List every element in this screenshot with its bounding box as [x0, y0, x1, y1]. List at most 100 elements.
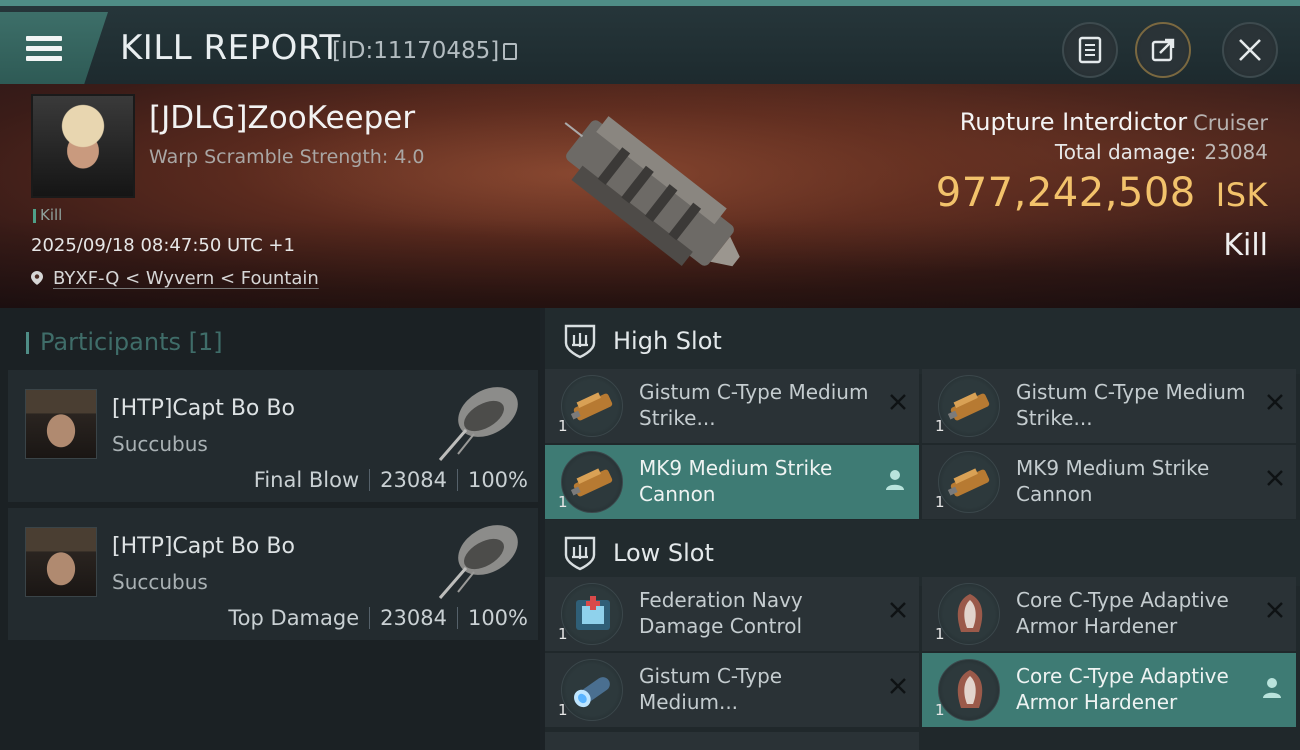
dropped-person-icon	[886, 470, 904, 490]
report-id-text: [ID:11170485]	[332, 38, 500, 64]
isk-unit: ISK	[1215, 176, 1268, 214]
participant-name: [HTP]Capt Bo Bo	[112, 396, 295, 421]
high-slot-icon	[564, 324, 596, 359]
module-name: Core C-Type Adaptive Armor Hardener	[1016, 588, 1229, 638]
victim-ship-image	[564, 116, 740, 267]
victim-portrait[interactable]	[31, 94, 135, 198]
close-button[interactable]	[1222, 22, 1278, 78]
energy-module-icon	[561, 659, 623, 721]
destroyed-icon	[890, 394, 906, 410]
dropped-person-icon	[1263, 678, 1281, 698]
total-damage-value: 23084	[1204, 140, 1268, 164]
participants-count: [1]	[188, 328, 223, 356]
header-bar: KILL REPORT [ID:11170485]	[0, 0, 1300, 84]
share-icon	[1151, 38, 1175, 62]
participants-title: Participants [1]	[26, 328, 223, 356]
victim-name[interactable]: [JDLG]ZooKeeper	[149, 100, 415, 136]
destroyed-icon	[1267, 394, 1283, 410]
strike-cannon-icon	[561, 375, 623, 437]
participant-card[interactable]: [HTP]Capt Bo Bo Succubus Final Blow 23084…	[8, 370, 538, 502]
strike-cannon-icon	[561, 451, 623, 513]
module-quantity: 1	[935, 493, 945, 511]
module-quantity: 1	[558, 417, 568, 435]
module-item[interactable]: 1 MK9 Medium Strike Cannon	[922, 445, 1296, 519]
kill-datetime: 2025/09/18 08:47:50 UTC +1	[31, 235, 295, 256]
participant-avatar[interactable]	[25, 389, 97, 459]
participant-role: Final Blow	[253, 468, 360, 492]
menu-button[interactable]	[0, 12, 108, 84]
participant-percent: 100%	[467, 606, 528, 630]
result-label: Kill	[1223, 228, 1268, 263]
participant-role: Top Damage	[228, 606, 360, 630]
participant-card[interactable]: [HTP]Capt Bo Bo Succubus Top Damage 23084…	[8, 508, 538, 640]
fitting-panel: High Slot 1 Gistum C-Type Medium Strike.…	[545, 308, 1300, 750]
module-quantity: 1	[558, 493, 568, 511]
isk-value: 977,242,508 ISK	[936, 170, 1268, 216]
participant-stats: Final Blow 23084 100%	[254, 468, 528, 492]
module-name: MK9 Medium Strike Cannon	[1016, 456, 1210, 506]
module-quantity: 1	[558, 625, 568, 643]
module-name: MK9 Medium Strike Cannon	[639, 456, 833, 506]
participant-avatar[interactable]	[25, 527, 97, 597]
module-quantity: 1	[935, 625, 945, 643]
destroyed-icon	[890, 602, 906, 618]
low-slot-label: Low Slot	[613, 539, 714, 567]
module-name: Gistum C-Type Medium Strike...	[1016, 380, 1246, 430]
strike-cannon-icon	[938, 451, 1000, 513]
participant-ship-image	[438, 525, 518, 599]
module-name: Core C-Type Adaptive Armor Hardener	[1016, 664, 1229, 714]
report-id[interactable]: [ID:11170485]	[332, 38, 518, 64]
destroyed-icon	[1267, 602, 1283, 618]
destroyed-icon	[890, 678, 906, 694]
participant-ship-image	[438, 387, 518, 461]
participant-name: [HTP]Capt Bo Bo	[112, 534, 295, 559]
destroyed-icon	[1267, 470, 1283, 486]
ship-name[interactable]: Rupture Interdictor	[960, 108, 1187, 136]
kill-tag: Kill	[33, 206, 62, 224]
participant-damage: 23084	[380, 606, 447, 630]
document-icon	[1078, 36, 1102, 64]
module-item[interactable]: 1 Gistum C-Type Medium...	[545, 653, 919, 727]
module-item[interactable]: 1 Gistum C-Type Medium Strike...	[545, 369, 919, 443]
armor-hardener-icon	[938, 659, 1000, 721]
module-name: Federation Navy Damage Control	[639, 588, 803, 638]
isk-amount: 977,242,508	[935, 170, 1196, 216]
share-button[interactable]	[1135, 22, 1191, 78]
ship-class: Cruiser	[1193, 111, 1268, 135]
victim-subtitle: Warp Scramble Strength: 4.0	[149, 146, 425, 168]
page-title: KILL REPORT	[120, 28, 341, 68]
participant-ship: Succubus	[112, 432, 208, 456]
module-quantity: 1	[558, 701, 568, 719]
module-item[interactable]: 1 MK9 Medium Strike Cannon	[545, 445, 919, 519]
module-item[interactable]: 1 Federation Navy Damage Control	[545, 577, 919, 651]
total-damage-label: Total damage:	[1054, 140, 1197, 164]
armor-hardener-icon	[938, 583, 1000, 645]
copy-icon[interactable]	[503, 43, 518, 60]
module-quantity: 1	[935, 417, 945, 435]
document-button[interactable]	[1062, 22, 1118, 78]
participants-panel: Participants [1] [HTP]Capt Bo Bo Succubu…	[0, 308, 540, 750]
participant-ship: Succubus	[112, 570, 208, 594]
participant-percent: 100%	[467, 468, 528, 492]
high-slot-header: High Slot	[545, 308, 1300, 374]
damage-control-icon	[561, 583, 623, 645]
kill-location[interactable]: BYXF-Q < Wyvern < Fountain	[31, 268, 319, 289]
high-slot-label: High Slot	[613, 327, 722, 355]
module-item[interactable]: 1 Core C-Type Adaptive Armor Hardener	[922, 653, 1296, 727]
low-slot-icon	[564, 536, 596, 571]
module-item[interactable]: 1 Gistum C-Type Medium Strike...	[922, 369, 1296, 443]
participants-title-text: Participants	[40, 328, 181, 356]
hamburger-icon	[26, 31, 62, 66]
location-text: BYXF-Q < Wyvern < Fountain	[53, 268, 319, 289]
module-item-partial[interactable]	[545, 732, 919, 750]
strike-cannon-icon	[938, 375, 1000, 437]
participant-stats: Top Damage 23084 100%	[228, 606, 528, 630]
module-item[interactable]: 1 Core C-Type Adaptive Armor Hardener	[922, 577, 1296, 651]
module-name: Gistum C-Type Medium Strike...	[639, 380, 869, 430]
module-name: Gistum C-Type Medium...	[639, 664, 783, 714]
location-pin-icon	[31, 271, 43, 285]
module-quantity: 1	[935, 701, 945, 719]
total-damage: Total damage: 23084	[936, 140, 1268, 164]
ship-summary: Rupture Interdictor Cruiser Total damage:…	[936, 108, 1268, 263]
victim-banner: [JDLG]ZooKeeper Warp Scramble Strength: …	[0, 84, 1300, 308]
